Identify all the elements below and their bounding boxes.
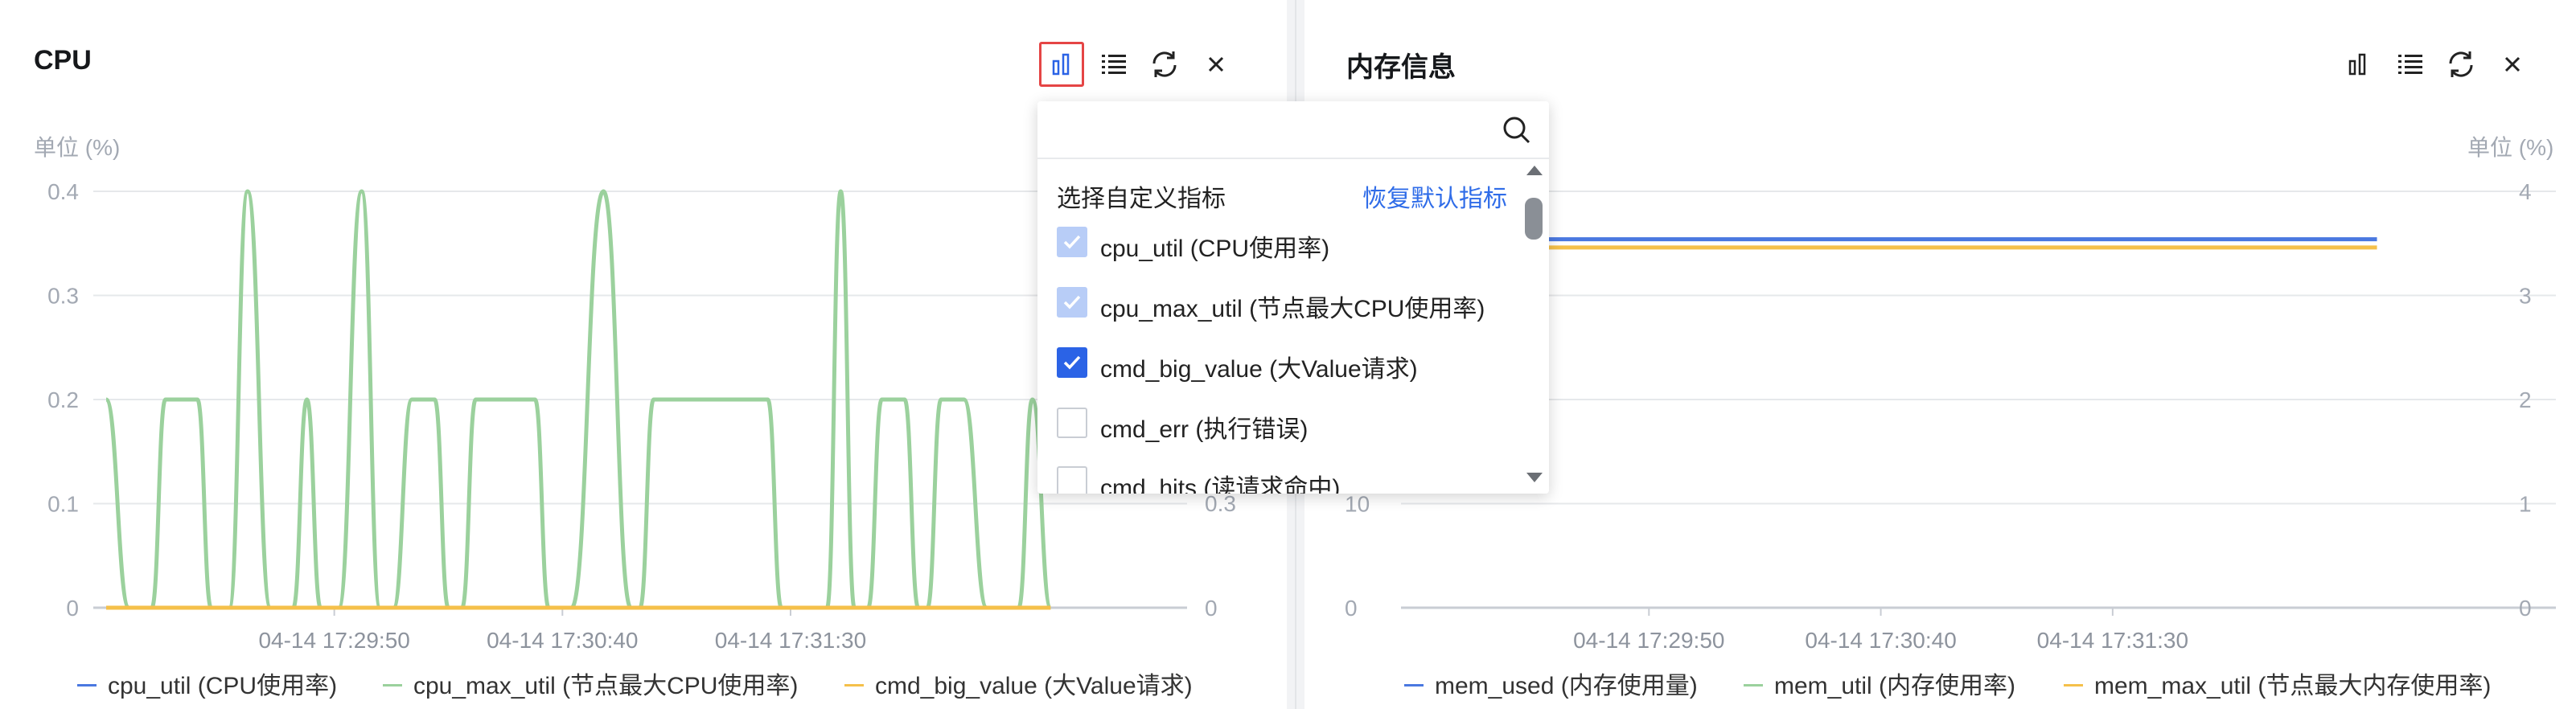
y-tick-label: 0.3 <box>47 284 79 309</box>
metric-selector-dropdown: 选择自定义指标 恢复默认指标 cpu_util (CPU使用率) cpu_max… <box>1037 101 1549 494</box>
metric-list: cpu_util (CPU使用率) cpu_max_util (节点最大CPU使… <box>1037 222 1520 494</box>
metric-option-label: cmd_err (执行错误) <box>1100 416 1309 443</box>
legend-swatch <box>383 683 402 686</box>
x-tick-label: 04-14 17:31:30 <box>2037 628 2188 653</box>
right-y-tick-label: 0 <box>2519 596 2532 621</box>
scrollbar-thumb[interactable] <box>1525 198 1543 240</box>
metric-option-label: cpu_max_util (节点最大CPU使用率) <box>1100 296 1485 322</box>
right-y-tick-label: 0 <box>1205 596 1218 621</box>
checkbox[interactable] <box>1057 347 1087 378</box>
y-tick-label: 10 <box>1345 492 1370 517</box>
legend-item[interactable]: cmd_big_value (大Value请求) <box>844 666 1193 701</box>
legend-label: cpu_max_util (节点最大CPU使用率) <box>413 673 799 699</box>
legend-label: cpu_util (CPU使用率) <box>108 673 338 699</box>
legend-item[interactable]: mem_util (内存使用率) <box>1744 666 2015 701</box>
checkbox[interactable] <box>1057 408 1087 438</box>
reset-default-link[interactable]: 恢复默认指标 <box>1362 178 1507 214</box>
right-y-tick-label: 4 <box>2519 179 2532 204</box>
dropdown-header: 选择自定义指标 恢复默认指标 <box>1057 175 1507 214</box>
checkbox[interactable] <box>1057 466 1087 494</box>
legend-item[interactable]: cpu_max_util (节点最大CPU使用率) <box>383 666 798 701</box>
legend-item[interactable]: mem_max_util (节点最大内存使用率) <box>2064 666 2491 701</box>
x-tick-label: 04-14 17:29:50 <box>1573 628 1724 653</box>
metric-option-label: cmd_hits (读请求命中) <box>1100 475 1341 494</box>
y-tick-label: 0.1 <box>47 492 79 517</box>
legend-swatch <box>1744 683 1763 686</box>
metric-option[interactable]: cmd_err (执行错误) <box>1057 403 1507 443</box>
legend-label: cmd_big_value (大Value请求) <box>875 673 1193 699</box>
metric-option-label: cmd_big_value (大Value请求) <box>1100 356 1418 383</box>
checkbox[interactable] <box>1057 227 1087 257</box>
metric-option-label: cpu_util (CPU使用率) <box>1100 236 1330 262</box>
right-y-tick-label: 3 <box>2519 284 2532 309</box>
legend-swatch <box>2064 683 2083 686</box>
right-y-tick-label: 2 <box>2519 387 2532 412</box>
right-y-tick-label: 0.3 <box>1205 491 1236 516</box>
x-tick-label: 04-14 17:30:40 <box>487 628 638 653</box>
x-tick-label: 04-14 17:29:50 <box>258 628 409 653</box>
y-tick-label: 0 <box>1345 596 1358 621</box>
legend-swatch <box>844 683 864 686</box>
scroll-down-arrow-icon[interactable] <box>1526 473 1543 482</box>
metric-option[interactable]: cmd_big_value (大Value请求) <box>1057 342 1507 383</box>
y-tick-label: 0 <box>66 596 79 621</box>
legend-item[interactable]: cpu_util (CPU使用率) <box>77 666 337 701</box>
scrollbar[interactable] <box>1520 166 1549 494</box>
metric-option[interactable]: cpu_max_util (节点最大CPU使用率) <box>1057 282 1507 322</box>
metric-option[interactable]: cmd_hits (读请求命中) <box>1057 461 1507 494</box>
y-tick-label: 0.2 <box>47 387 79 412</box>
metric-option[interactable]: cpu_util (CPU使用率) <box>1057 222 1507 262</box>
search-icon[interactable] <box>1499 113 1535 148</box>
search-input[interactable] <box>1054 113 1491 150</box>
legend-item[interactable]: mem_used (内存使用量) <box>1404 666 1698 701</box>
x-tick-label: 04-14 17:31:30 <box>715 628 866 653</box>
y-tick-label: 0.4 <box>47 179 79 204</box>
search-bar <box>1037 101 1549 159</box>
right-y-tick-label: 1 <box>2519 492 2532 517</box>
legend-swatch <box>1404 683 1424 686</box>
legend-label: mem_used (内存使用量) <box>1435 673 1698 699</box>
legend-swatch <box>77 683 97 686</box>
scroll-up-arrow-icon[interactable] <box>1526 166 1543 175</box>
x-tick-label: 04-14 17:30:40 <box>1805 628 1956 653</box>
legend-label: mem_max_util (节点最大内存使用率) <box>2094 673 2492 699</box>
dropdown-title: 选择自定义指标 <box>1057 186 1226 212</box>
checkbox[interactable] <box>1057 287 1087 318</box>
legend-label: mem_util (内存使用率) <box>1774 673 2016 699</box>
